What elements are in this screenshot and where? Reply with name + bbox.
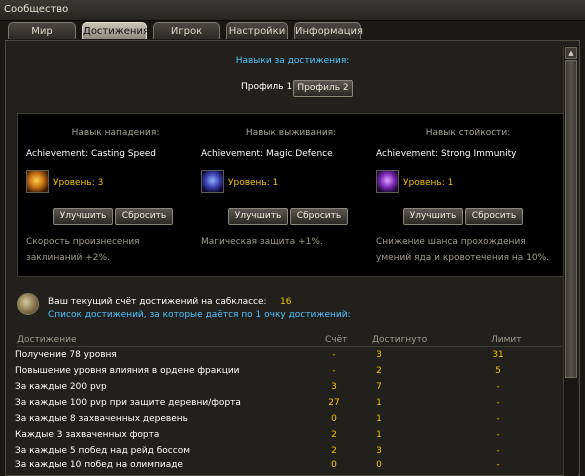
skill-name-strong-immunity: Achievement: Strong Immunity (376, 149, 517, 159)
strong-immunity-icon (376, 170, 399, 193)
skill-level-magic-defence: Уровень: 1 (228, 178, 279, 188)
skill-level-casting-speed: Уровень: 3 (53, 178, 104, 188)
score-cell: 27 (328, 398, 340, 408)
reset-button-strong-immunity[interactable]: Сбросить (465, 208, 523, 225)
window-titlebar[interactable]: Сообщество (0, 0, 585, 21)
table-row: За каждые 100 pvp при защите деревни/фор… (0, 398, 560, 414)
reached-cell: 7 (376, 382, 382, 392)
table-row: Повышение уровня влияния в ордене фракци… (0, 366, 560, 382)
achievement-name: За каждые 10 побед на олимпиаде (15, 460, 183, 470)
column-header-achievement: Достижение (17, 335, 77, 345)
limit-cell: - (496, 460, 500, 470)
achievement-name: За каждые 200 pvp (15, 382, 107, 392)
reached-cell: 0 (376, 460, 382, 470)
skill-level-strong-immunity: Уровень: 1 (403, 178, 454, 188)
table-row: За каждые 8 захваченных деревень 0 1 - (0, 414, 560, 430)
limit-cell: - (496, 430, 500, 440)
improve-button-magic-defence[interactable]: Улучшить (228, 208, 288, 225)
skill-name-casting-speed: Achievement: Casting Speed (26, 149, 156, 159)
magic-defence-icon (201, 170, 224, 193)
skill-desc-strong-immunity: Снижение шанса прохождения умений яда и … (376, 237, 550, 263)
skills-box: Навык нападения: Achievement: Casting Sp… (17, 113, 564, 277)
table-row: Каждые 3 захваченных форта 2 1 - (0, 430, 560, 446)
skill-name-magic-defence: Achievement: Magic Defence (201, 149, 333, 159)
limit-cell: - (496, 414, 500, 424)
reached-cell: 1 (376, 414, 382, 424)
achievement-name: Каждые 3 захваченных форта (15, 430, 160, 440)
tab-achievements[interactable]: Достижения (82, 22, 149, 39)
profile-1-label: Профиль 1 (241, 82, 293, 92)
score-cell: 0 (331, 414, 337, 424)
window-title: Сообщество (4, 4, 69, 15)
reset-button-casting-speed[interactable]: Сбросить (115, 208, 173, 225)
skill-category-survival: Навык выживания: (245, 128, 337, 138)
reset-button-magic-defence[interactable]: Сбросить (290, 208, 348, 225)
limit-cell: 31 (492, 350, 504, 360)
achievement-name: За каждые 8 захваченных деревень (15, 414, 188, 424)
table-row: За каждые 200 pvp 3 7 - (0, 382, 560, 398)
skill-category-attack: Навык нападения: (71, 128, 160, 138)
score-cell: 2 (331, 430, 337, 440)
score-cell: - (332, 350, 336, 360)
improve-button-casting-speed[interactable]: Улучшить (53, 208, 113, 225)
medal-icon (17, 293, 39, 315)
limit-cell: - (496, 398, 500, 408)
score-cell: 3 (331, 382, 337, 392)
score-value: 16 (280, 297, 292, 307)
score-label: Ваш текущий счёт достижений на сабклассе… (48, 297, 267, 307)
score-cell: 2 (331, 446, 337, 456)
table-divider (17, 346, 562, 347)
reached-cell: 1 (376, 398, 382, 408)
column-header-reached: Достигнуто (372, 335, 428, 345)
limit-cell: 5 (495, 366, 501, 376)
skill-desc-casting-speed: Скорость произнесения заклинаний +2%. (26, 237, 140, 263)
skill-category-endurance: Навык стойкости: (425, 128, 511, 138)
tab-settings[interactable]: Настройки (226, 22, 288, 39)
table-row: Получение 78 уровня - 3 31 (0, 350, 560, 366)
scrollbar[interactable]: ▲ (563, 46, 578, 476)
reached-cell: 1 (376, 430, 382, 440)
table-row: За каждые 10 побед на олимпиаде 0 0 - (0, 460, 560, 476)
score-cell: - (332, 366, 336, 376)
reached-cell: 3 (376, 350, 382, 360)
achievement-list-title: Список достижений, за которые даётся по … (48, 310, 351, 320)
column-header-limit: Лимит (491, 335, 522, 345)
casting-speed-icon (26, 170, 49, 193)
achievement-name: За каждые 5 побед над рейд боссом (15, 446, 190, 456)
score-cell: 0 (331, 460, 337, 470)
limit-cell: - (496, 382, 500, 392)
scroll-thumb[interactable] (565, 60, 577, 378)
tab-player[interactable]: Игрок (153, 22, 220, 39)
improve-button-strong-immunity[interactable]: Улучшить (403, 208, 463, 225)
skills-heading: Навыки за достижения: (235, 56, 350, 66)
skill-desc-magic-defence: Магическая защита +1%. (201, 237, 323, 247)
achievement-name: За каждые 100 pvp при защите деревни/фор… (15, 398, 241, 408)
tab-world[interactable]: Мир (8, 22, 76, 39)
achievement-name: Получение 78 уровня (15, 350, 117, 360)
reached-cell: 3 (376, 446, 382, 456)
limit-cell: - (496, 446, 500, 456)
achievement-name: Повышение уровня влияния в ордене фракци… (15, 366, 240, 376)
tab-information[interactable]: Информация (294, 22, 363, 39)
reached-cell: 2 (376, 366, 382, 376)
column-header-score: Счёт (325, 335, 348, 345)
profile-2-button[interactable]: Профиль 2 (293, 80, 353, 97)
